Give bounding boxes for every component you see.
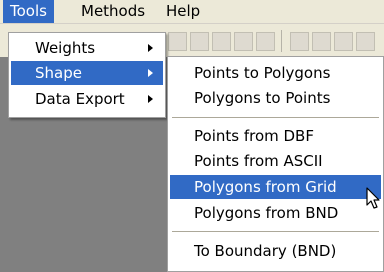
- menu-bar: Tools Methods Help: [0, 0, 384, 24]
- toolbar-icon[interactable]: [334, 32, 353, 51]
- toolbar-icon[interactable]: [256, 32, 275, 51]
- submenu-arrow-icon: [148, 69, 153, 77]
- menu-tools[interactable]: Tools: [3, 0, 54, 23]
- mouse-pointer-icon: [366, 187, 380, 209]
- menu-separator: [172, 231, 379, 232]
- menu-item-polygons-from-grid[interactable]: Polygons from Grid: [170, 175, 381, 199]
- tools-menu: Weights Shape Data Export: [8, 32, 166, 118]
- menu-item-points-from-ascii[interactable]: Points from ASCII: [170, 149, 381, 173]
- shape-submenu: Points to Polygons Polygons to Points Po…: [167, 56, 384, 272]
- submenu-arrow-icon: [148, 95, 153, 103]
- toolbar-icon[interactable]: [356, 32, 375, 51]
- menu-methods[interactable]: Methods: [74, 0, 152, 23]
- menu-item-to-boundary-bnd[interactable]: To Boundary (BND): [170, 239, 381, 263]
- menu-help[interactable]: Help: [159, 0, 207, 23]
- menu-item-points-to-polygons[interactable]: Points to Polygons: [170, 61, 381, 85]
- menu-item-label: Weights: [35, 39, 96, 57]
- toolbar-icon[interactable]: [168, 32, 187, 51]
- menu-item-polygons-from-bnd[interactable]: Polygons from BND: [170, 201, 381, 225]
- toolbar-separator: [281, 30, 282, 52]
- submenu-arrow-icon: [148, 44, 153, 52]
- toolbar-icon[interactable]: [190, 32, 209, 51]
- menu-item-label: Shape: [35, 64, 82, 82]
- menu-item-label: Data Export: [35, 90, 125, 108]
- toolbar-icon[interactable]: [312, 32, 331, 51]
- menu-item-shape[interactable]: Shape: [11, 61, 163, 85]
- menu-separator: [172, 117, 379, 118]
- menu-item-data-export[interactable]: Data Export: [11, 87, 163, 111]
- menu-item-polygons-to-points[interactable]: Polygons to Points: [170, 86, 381, 110]
- menu-item-weights[interactable]: Weights: [11, 36, 163, 60]
- toolbar-icon[interactable]: [212, 32, 231, 51]
- menu-item-points-from-dbf[interactable]: Points from DBF: [170, 124, 381, 148]
- toolbar-icon[interactable]: [290, 32, 309, 51]
- toolbar-icon[interactable]: [234, 32, 253, 51]
